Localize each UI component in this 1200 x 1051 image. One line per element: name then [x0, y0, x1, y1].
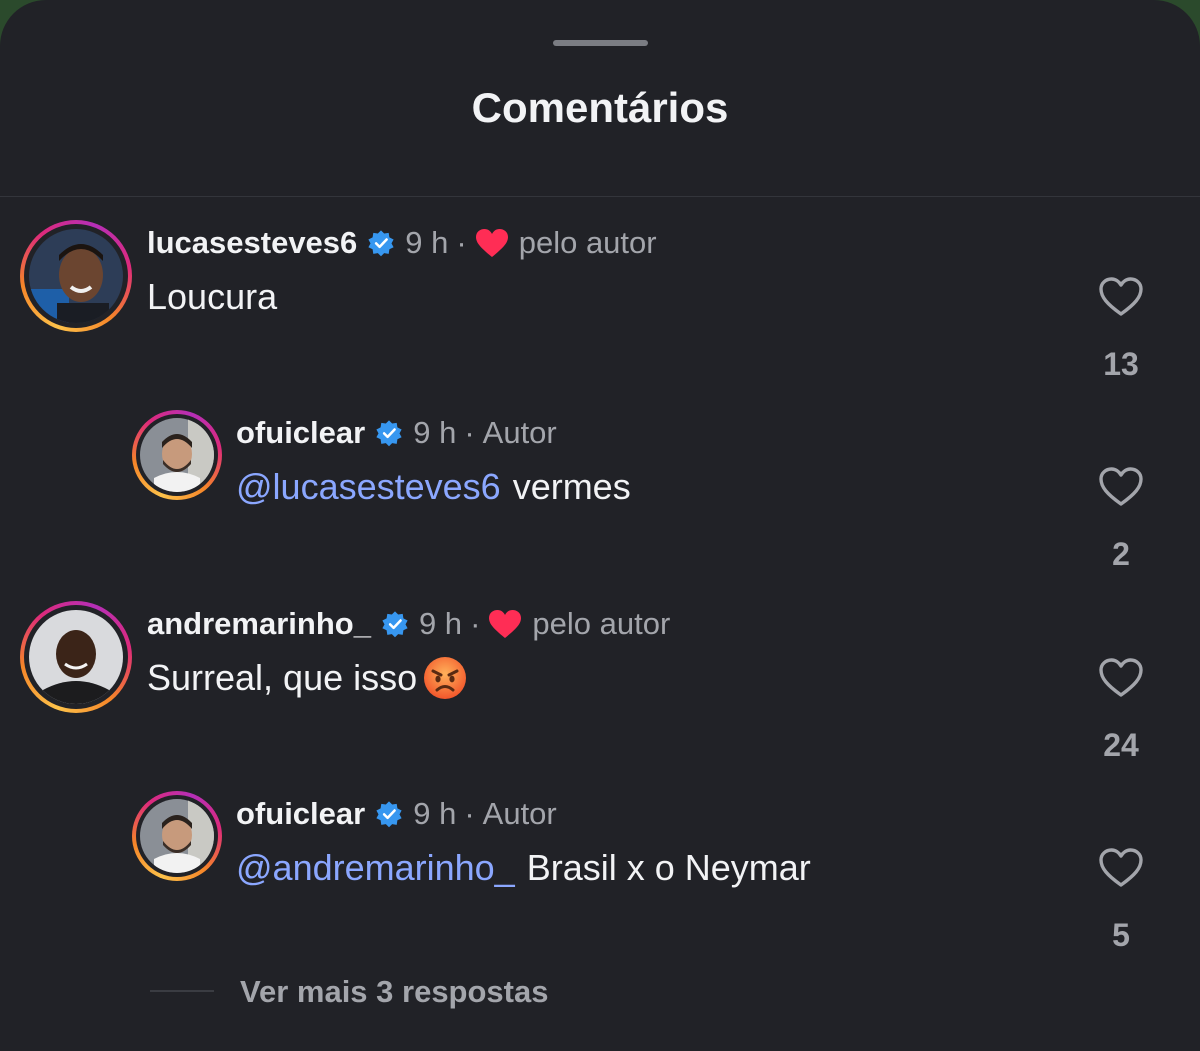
drag-handle[interactable]	[553, 40, 648, 46]
angry-face-emoji-icon	[424, 657, 467, 699]
comment-item: andremarinho_ 9 h · pelo autor Surreal, …	[0, 601, 1200, 791]
separator-dot: ·	[456, 225, 467, 260]
comment-username[interactable]: andremarinho_	[147, 606, 371, 642]
comment-time: 9 h	[405, 225, 449, 260]
separator-dot: ·	[464, 796, 475, 831]
like-count: 5	[1112, 917, 1130, 953]
liked-by-author-label: pelo autor	[532, 606, 671, 641]
avatar[interactable]	[20, 220, 132, 332]
verified-badge-icon	[376, 420, 402, 447]
like-count: 24	[1103, 727, 1139, 763]
heart-filled-icon	[475, 229, 508, 257]
heart-outline-icon[interactable]	[1098, 276, 1144, 318]
comment-text: Brasil x o Neymar	[526, 847, 811, 888]
comment-time: 9 h	[418, 606, 463, 641]
like-count: 2	[1112, 536, 1130, 572]
comment-reply-item: ofuiclear 9 h · Autor @lucasesteves6 ver…	[0, 410, 1200, 600]
heart-outline-icon[interactable]	[1098, 657, 1144, 699]
mention-link[interactable]: @lucasesteves6	[236, 464, 501, 510]
heart-filled-icon	[489, 610, 522, 638]
heart-outline-icon[interactable]	[1098, 466, 1144, 508]
comment-time: 9 h	[413, 796, 457, 831]
more-replies-line	[150, 990, 214, 992]
avatar[interactable]	[20, 601, 132, 713]
verified-badge-icon	[368, 230, 394, 257]
avatar[interactable]	[132, 791, 222, 881]
heart-outline-icon[interactable]	[1098, 847, 1144, 889]
comment-item: lucasesteves6 9 h · pelo autor Loucura 1…	[0, 220, 1200, 410]
comment-username[interactable]: ofuiclear	[236, 415, 365, 451]
mention-link[interactable]: @andremarinho_	[236, 845, 515, 891]
comment-time: 9 h	[413, 415, 457, 450]
author-label: Autor	[482, 796, 557, 831]
comment-username[interactable]: lucasesteves6	[147, 225, 357, 261]
like-count: 13	[1103, 346, 1139, 382]
avatar[interactable]	[132, 410, 222, 500]
verified-badge-icon	[376, 801, 402, 828]
liked-by-author-label: pelo autor	[518, 225, 657, 260]
comment-text: Surreal, que isso	[147, 657, 418, 698]
verified-badge-icon	[382, 611, 408, 638]
comment-reply-item: ofuiclear 9 h · Autor @andremarinho_ Bra…	[0, 791, 1200, 981]
comment-text: vermes	[512, 466, 631, 507]
view-more-replies-button[interactable]: Ver mais 3 respostas	[240, 970, 548, 1014]
separator-dot: ·	[470, 606, 481, 641]
separator-dot: ·	[464, 415, 475, 450]
comment-text: Loucura	[147, 276, 278, 317]
comment-username[interactable]: ofuiclear	[236, 796, 365, 832]
page-title: Comentários	[471, 84, 729, 131]
comments-sheet: Comentários lucasesteves6 9 h · pelo aut…	[0, 0, 1200, 1051]
header-divider	[0, 196, 1200, 197]
author-label: Autor	[482, 415, 557, 450]
